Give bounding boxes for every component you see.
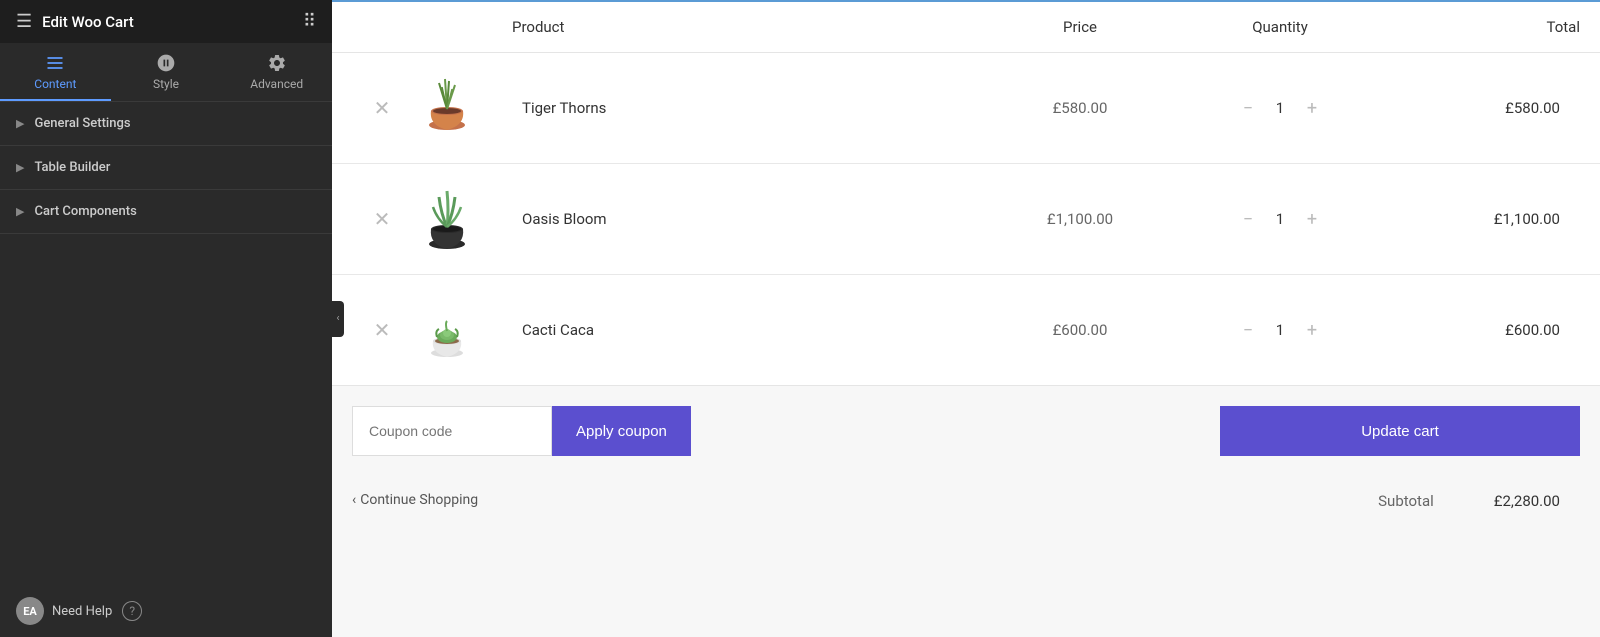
qty-control-3: − 1 + xyxy=(1180,320,1380,341)
ea-badge: EA xyxy=(16,597,44,625)
sidebar-item-general-settings[interactable]: ▶ General Settings xyxy=(0,102,332,146)
tab-advanced[interactable]: Advanced xyxy=(221,43,332,101)
apply-coupon-button[interactable]: Apply coupon xyxy=(552,406,691,456)
coupon-input[interactable] xyxy=(352,406,552,456)
tab-advanced-label: Advanced xyxy=(250,77,303,91)
product-price-2: £1,100.00 xyxy=(980,210,1180,228)
cacti-caca-image xyxy=(417,295,477,365)
hamburger-icon[interactable]: ☰ xyxy=(16,11,32,32)
table-row: ✕ Oasis Bloom £ xyxy=(332,164,1600,275)
cart-bottom: ‹ Continue Shopping Subtotal £2,280.00 xyxy=(332,476,1600,520)
sidebar-title: Edit Woo Cart xyxy=(42,13,134,31)
main-content: Product Price Quantity Total ✕ xyxy=(332,0,1600,637)
product-name-3: Cacti Caca xyxy=(512,321,980,339)
qty-value-3: 1 xyxy=(1270,321,1290,339)
product-name-1: Tiger Thorns xyxy=(512,99,980,117)
qty-value-2: 1 xyxy=(1270,210,1290,228)
collapse-handle[interactable]: ‹ xyxy=(332,301,344,337)
subtotal-label: Subtotal xyxy=(1378,492,1434,510)
cart-table-header: Product Price Quantity Total xyxy=(332,2,1600,53)
continue-shopping-arrow: ‹ xyxy=(352,492,356,508)
header-quantity: Quantity xyxy=(1180,18,1380,36)
table-builder-label: Table Builder xyxy=(34,160,110,175)
grid-icon[interactable]: ⠿ xyxy=(303,11,316,32)
qty-decrease-1[interactable]: − xyxy=(1238,98,1258,119)
chevron-icon-table: ▶ xyxy=(16,161,24,174)
update-cart-button[interactable]: Update cart xyxy=(1220,406,1580,456)
sidebar-header-left: ☰ Edit Woo Cart xyxy=(16,11,134,32)
qty-value-1: 1 xyxy=(1270,99,1290,117)
remove-item-1[interactable]: ✕ xyxy=(352,96,412,120)
qty-decrease-3[interactable]: − xyxy=(1238,320,1258,341)
product-price-1: £580.00 xyxy=(980,99,1180,117)
style-icon xyxy=(156,53,176,73)
tab-style-label: Style xyxy=(153,77,179,91)
qty-increase-2[interactable]: + xyxy=(1302,209,1322,230)
product-total-3: £600.00 xyxy=(1380,321,1580,339)
product-image-1 xyxy=(412,73,482,143)
header-product: Product xyxy=(512,18,980,36)
product-total-2: £1,100.00 xyxy=(1380,210,1580,228)
sidebar-item-cart-components[interactable]: ▶ Cart Components xyxy=(0,190,332,234)
product-image-2 xyxy=(412,184,482,254)
subtotal-value: £2,280.00 xyxy=(1494,492,1560,510)
qty-control-2: − 1 + xyxy=(1180,209,1380,230)
subtotal-area: Subtotal £2,280.00 xyxy=(1378,492,1580,510)
table-row: ✕ Tiger Th xyxy=(332,53,1600,164)
qty-decrease-2[interactable]: − xyxy=(1238,209,1258,230)
sidebar-header: ☰ Edit Woo Cart ⠿ xyxy=(0,0,332,43)
continue-shopping-label: Continue Shopping xyxy=(360,492,478,508)
cart-components-label: Cart Components xyxy=(34,204,136,219)
advanced-icon xyxy=(267,53,287,73)
continue-shopping-link[interactable]: ‹ Continue Shopping xyxy=(352,492,478,508)
header-price: Price xyxy=(980,18,1180,36)
cart-table: Product Price Quantity Total ✕ xyxy=(332,2,1600,385)
coupon-area: Apply coupon xyxy=(352,406,691,456)
product-price-3: £600.00 xyxy=(980,321,1180,339)
qty-control-1: − 1 + xyxy=(1180,98,1380,119)
chevron-icon-general: ▶ xyxy=(16,117,24,130)
table-row: ✕ xyxy=(332,275,1600,385)
sidebar-tabs: Content Style Advanced xyxy=(0,43,332,102)
general-settings-label: General Settings xyxy=(34,116,130,131)
product-total-1: £580.00 xyxy=(1380,99,1580,117)
chevron-icon-cart: ▶ xyxy=(16,205,24,218)
content-icon xyxy=(45,53,65,73)
remove-item-2[interactable]: ✕ xyxy=(352,207,412,231)
header-total: Total xyxy=(1380,18,1580,36)
sidebar: ☰ Edit Woo Cart ⠿ Content Style Advanced… xyxy=(0,0,332,637)
tab-content-label: Content xyxy=(34,77,76,91)
cart-footer: Apply coupon Update cart xyxy=(332,385,1600,476)
tab-style[interactable]: Style xyxy=(111,43,222,101)
oasis-bloom-image xyxy=(417,179,477,259)
tab-content[interactable]: Content xyxy=(0,43,111,101)
qty-increase-1[interactable]: + xyxy=(1302,98,1322,119)
header-remove xyxy=(352,18,512,36)
remove-item-3[interactable]: ✕ xyxy=(352,318,412,342)
qty-increase-3[interactable]: + xyxy=(1302,320,1322,341)
tiger-thorns-image xyxy=(417,73,477,143)
need-help-label: Need Help xyxy=(52,604,112,619)
need-help-section[interactable]: EA Need Help ? xyxy=(0,585,332,637)
product-image-3 xyxy=(412,295,482,365)
product-name-2: Oasis Bloom xyxy=(512,210,980,228)
help-circle-icon[interactable]: ? xyxy=(122,601,142,621)
sidebar-item-table-builder[interactable]: ▶ Table Builder xyxy=(0,146,332,190)
